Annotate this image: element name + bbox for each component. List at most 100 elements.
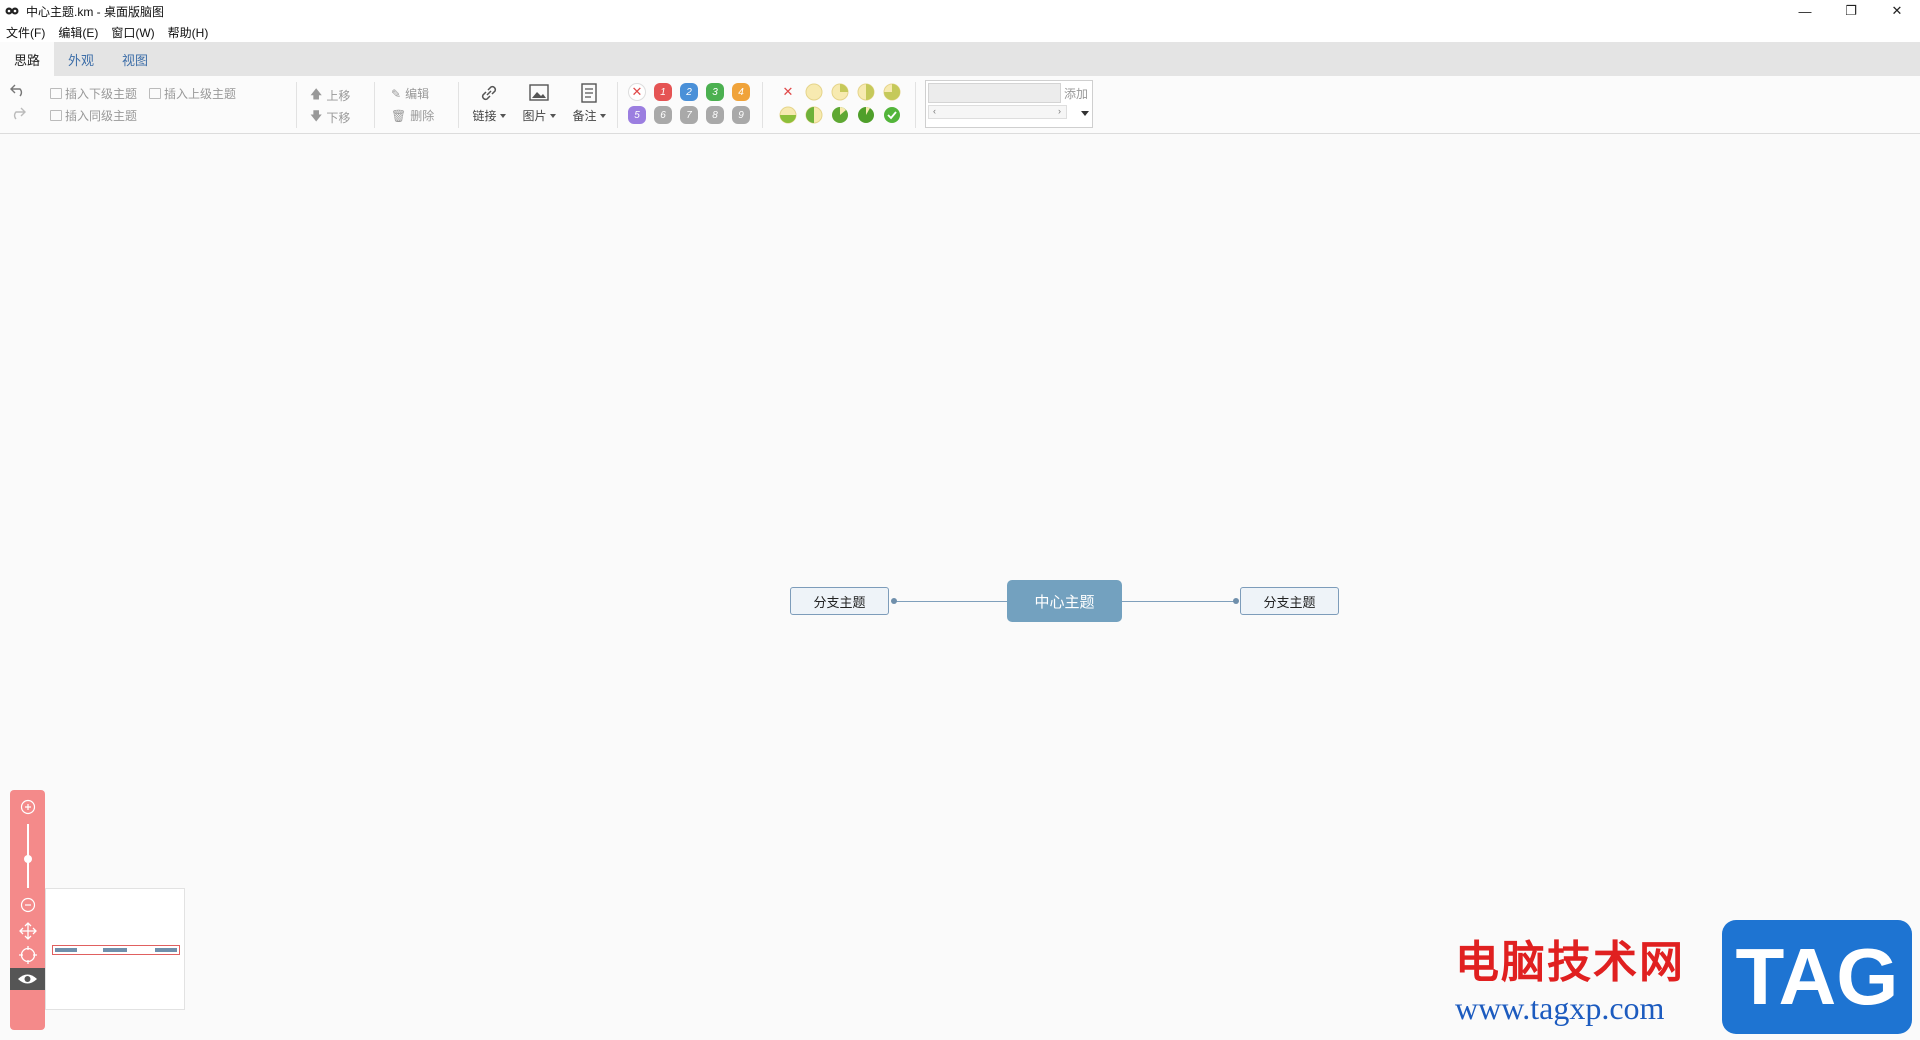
watermark-url: www.tagxp.com [1455, 990, 1665, 1026]
zoom-in-button[interactable] [18, 797, 37, 816]
eye-icon [18, 974, 37, 984]
priority-4-button[interactable]: 4 [732, 83, 750, 101]
minimize-button[interactable]: — [1782, 0, 1828, 22]
scroll-left-icon: ‹ [933, 106, 936, 116]
minimize-icon: — [1798, 3, 1812, 19]
priority-2-button[interactable]: 2 [680, 83, 698, 101]
ribbon-tabs: 思路 外观 视图 [0, 42, 1920, 76]
link-icon [481, 85, 497, 101]
undo-button[interactable] [9, 83, 27, 97]
move-icon [18, 921, 37, 940]
note-label: 备注 [572, 109, 597, 123]
navigator-minimap[interactable] [45, 888, 185, 1010]
menu-file[interactable]: 文件(F) [6, 24, 45, 41]
arrow-down-icon: 🡇 [310, 109, 323, 123]
progress-7-icon[interactable] [857, 106, 875, 124]
right-connector [1122, 601, 1238, 602]
window-controls: — ❐ ✕ [1782, 0, 1920, 22]
branch-node-right[interactable]: 分支主题 [1240, 587, 1339, 615]
title-bar: 中心主题.km - 桌面版脑图 — ❐ ✕ [0, 0, 1920, 22]
resource-add-button[interactable]: 添加 [1064, 85, 1088, 102]
link-button[interactable]: 链接 [469, 82, 509, 128]
note-button[interactable]: 备注 [569, 82, 609, 128]
progress-4-icon[interactable] [779, 106, 797, 124]
close-icon: ✕ [782, 84, 794, 99]
delete-label: 删除 [410, 109, 435, 123]
chevron-down-icon [599, 113, 606, 118]
watermark-tag-logo: TAG [1722, 920, 1912, 1034]
move-down-label: 下移 [326, 111, 351, 125]
progress-0-icon[interactable] [805, 83, 823, 101]
minimap-node [55, 948, 77, 952]
note-icon [581, 83, 597, 103]
image-button[interactable]: 图片 [519, 82, 559, 128]
tab-appearance[interactable]: 外观 [54, 42, 108, 76]
toolbar-divider [915, 82, 916, 128]
window-title: 中心主题.km - 桌面版脑图 [26, 4, 164, 19]
insert-sibling-label: 插入同级主题 [65, 109, 138, 123]
restore-icon: ❐ [1845, 3, 1857, 18]
move-down-button[interactable]: 🡇 下移 [310, 107, 350, 128]
minimap-node [103, 948, 127, 952]
priority-9-button[interactable]: 9 [732, 106, 750, 124]
progress-3-icon[interactable] [883, 83, 901, 101]
left-connector [894, 601, 1007, 602]
link-label: 链接 [472, 109, 497, 123]
navigator-viewport[interactable] [52, 945, 180, 955]
menu-bar: 文件(F) 编辑(E) 窗口(W) 帮助(H) [0, 22, 1920, 42]
toolbar: 插入下级主题 插入上级主题 插入同级主题 🡅 上移 🡇 下移 ✎ 编辑 🗑 删除 链接 [0, 76, 1920, 134]
tab-idea[interactable]: 思路 [0, 42, 55, 76]
tab-view[interactable]: 视图 [108, 42, 162, 76]
progress-1-icon[interactable] [831, 83, 849, 101]
center-root-button[interactable] [18, 945, 37, 964]
root-node[interactable]: 中心主题 [1007, 580, 1122, 622]
redo-icon [13, 107, 26, 120]
insert-parent-button[interactable]: 插入上级主题 [149, 85, 236, 102]
app-logo-icon [4, 3, 20, 19]
pan-button[interactable] [18, 921, 37, 940]
insert-sibling-button[interactable]: 插入同级主题 [50, 107, 137, 124]
restore-button[interactable]: ❐ [1828, 0, 1874, 22]
move-up-button[interactable]: 🡅 上移 [310, 85, 350, 106]
pencil-icon: ✎ [391, 86, 402, 101]
menu-window[interactable]: 窗口(W) [111, 24, 154, 41]
app-window: 中心主题.km - 桌面版脑图 — ❐ ✕ 文件(F) 编辑(E) 窗口(W) … [0, 0, 1920, 1040]
priority-7-button[interactable]: 7 [680, 106, 698, 124]
remove-priority-button[interactable]: ✕ [628, 83, 646, 101]
resource-dropdown-icon[interactable] [1081, 111, 1089, 116]
menu-help[interactable]: 帮助(H) [168, 24, 209, 41]
undo-icon [10, 84, 23, 97]
progress-done-icon[interactable] [883, 106, 901, 124]
resource-panel: 添加 ‹ › [925, 80, 1093, 128]
priority-3-button[interactable]: 3 [706, 83, 724, 101]
branch-node-left[interactable]: 分支主题 [790, 587, 889, 615]
zoom-slider-thumb[interactable] [24, 855, 32, 863]
priority-6-button[interactable]: 6 [654, 106, 672, 124]
navigator-toggle-button[interactable] [10, 968, 45, 990]
delete-button[interactable]: 🗑 删除 [391, 107, 434, 124]
resource-input[interactable] [928, 83, 1061, 103]
progress-5-icon[interactable] [805, 106, 823, 124]
resource-scrollbar[interactable]: ‹ › [928, 105, 1067, 119]
toolbar-divider [617, 82, 618, 128]
close-button[interactable]: ✕ [1874, 0, 1920, 22]
zoom-out-button[interactable] [18, 895, 37, 914]
mindmap-canvas[interactable]: 分支主题 中心主题 分支主题 [0, 134, 1920, 1040]
menu-edit[interactable]: 编辑(E) [58, 24, 98, 41]
priority-1-button[interactable]: 1 [654, 83, 672, 101]
edit-button[interactable]: ✎ 编辑 [391, 85, 429, 102]
redo-button[interactable] [9, 106, 27, 120]
priority-5-button[interactable]: 5 [628, 106, 646, 124]
remove-progress-button[interactable]: ✕ [779, 83, 797, 101]
move-up-label: 上移 [326, 89, 351, 103]
insert-sibling-icon [50, 110, 62, 121]
toolbar-divider [374, 82, 375, 128]
zoom-panel [10, 790, 45, 1030]
image-label: 图片 [522, 109, 547, 123]
progress-6-icon[interactable] [831, 106, 849, 124]
progress-2-icon[interactable] [857, 83, 875, 101]
insert-parent-label: 插入上级主题 [164, 87, 237, 101]
insert-child-button[interactable]: 插入下级主题 [50, 85, 137, 102]
watermark-text: 电脑技术网 [1455, 938, 1685, 987]
priority-8-button[interactable]: 8 [706, 106, 724, 124]
